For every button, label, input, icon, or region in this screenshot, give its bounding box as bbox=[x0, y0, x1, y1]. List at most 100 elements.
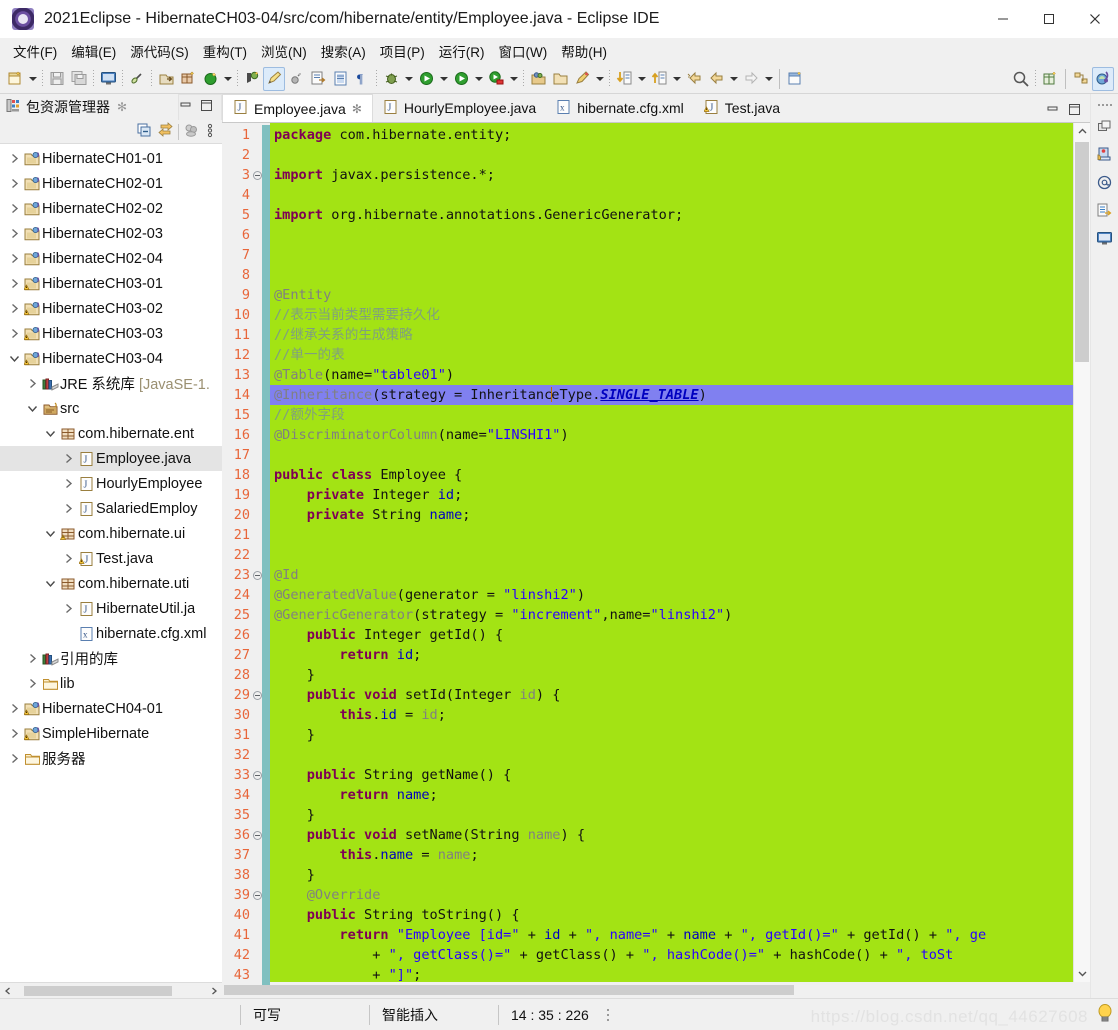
editor-tab[interactable]: J Employee.java ✻ bbox=[222, 94, 373, 122]
tree-item[interactable]: com.hibernate.ent bbox=[0, 421, 222, 446]
servers-view-icon[interactable] bbox=[1092, 140, 1118, 168]
refresh-icon[interactable] bbox=[199, 67, 221, 91]
console-view-icon[interactable] bbox=[1092, 196, 1118, 224]
paragraph-marks-icon[interactable]: ¶ bbox=[351, 67, 373, 91]
scroll-track[interactable] bbox=[1074, 140, 1090, 965]
new-wizard-icon[interactable] bbox=[4, 67, 26, 91]
code-line[interactable]: private String name; bbox=[270, 505, 1073, 525]
refresh-dropdown-icon[interactable] bbox=[221, 67, 234, 91]
open-perspective-icon[interactable] bbox=[527, 67, 549, 91]
code-line[interactable]: //额外字段 bbox=[270, 405, 1073, 425]
tree-item[interactable]: HibernateCH04-01 bbox=[0, 696, 222, 721]
forward-dropdown-icon[interactable] bbox=[762, 67, 775, 91]
folding-ruler[interactable] bbox=[252, 123, 262, 982]
tree-item[interactable]: HibernateCH02-04 bbox=[0, 246, 222, 271]
scroll-thumb[interactable] bbox=[1075, 142, 1089, 362]
twisty-collapsed-icon[interactable] bbox=[6, 153, 22, 164]
tree-item[interactable]: HibernateCH02-02 bbox=[0, 196, 222, 221]
scroll-up-button[interactable] bbox=[1074, 123, 1090, 140]
status-drag-handle[interactable] bbox=[601, 1005, 615, 1025]
code-line[interactable] bbox=[270, 265, 1073, 285]
code-editor[interactable]: package com.hibernate.entity; import jav… bbox=[270, 123, 1073, 982]
code-line[interactable]: package com.hibernate.entity; bbox=[270, 125, 1073, 145]
twisty-collapsed-icon[interactable] bbox=[24, 678, 40, 689]
code-line[interactable]: public String getName() { bbox=[270, 765, 1073, 785]
tree-item[interactable]: 引用的库 bbox=[0, 646, 222, 671]
twisty-collapsed-icon[interactable] bbox=[6, 328, 22, 339]
tree-item[interactable]: JRE 系统库 [JavaSE-1. bbox=[0, 371, 222, 396]
code-line[interactable]: import org.hibernate.annotations.Generic… bbox=[270, 205, 1073, 225]
menu-source[interactable]: 源代码(S) bbox=[123, 39, 196, 63]
twisty-collapsed-icon[interactable] bbox=[60, 478, 76, 489]
tree-item[interactable]: x hibernate.cfg.xml bbox=[0, 621, 222, 646]
new-editor-icon[interactable] bbox=[784, 67, 806, 91]
code-line[interactable]: return id; bbox=[270, 645, 1073, 665]
back-dropdown-icon[interactable] bbox=[727, 67, 740, 91]
tree-item[interactable]: J HibernateUtil.ja bbox=[0, 596, 222, 621]
tree-item[interactable]: J HourlyEmployee bbox=[0, 471, 222, 496]
close-icon[interactable]: ✻ bbox=[117, 100, 127, 114]
back-icon[interactable] bbox=[705, 67, 727, 91]
tree-item[interactable]: HibernateCH01-01 bbox=[0, 146, 222, 171]
debug-icon[interactable] bbox=[380, 67, 402, 91]
code-line[interactable]: @Id bbox=[270, 565, 1073, 585]
open-task-icon[interactable] bbox=[307, 67, 329, 91]
new-class-icon[interactable] bbox=[1039, 67, 1061, 91]
next-annotation-dropdown-icon[interactable] bbox=[635, 67, 648, 91]
save-all-icon[interactable] bbox=[68, 67, 90, 91]
open-type-icon[interactable] bbox=[329, 67, 351, 91]
code-line[interactable]: + ", getClass()=" + getClass() + ", hash… bbox=[270, 945, 1073, 965]
drag-handle[interactable] bbox=[1097, 98, 1112, 112]
minimize-button[interactable] bbox=[980, 0, 1026, 38]
code-line[interactable] bbox=[270, 185, 1073, 205]
code-line[interactable]: public class Employee { bbox=[270, 465, 1073, 485]
close-icon[interactable]: ✻ bbox=[352, 102, 362, 116]
twisty-collapsed-icon[interactable] bbox=[6, 728, 22, 739]
code-line[interactable]: @Inheritance(strategy = InheritanceType.… bbox=[270, 385, 1073, 405]
editor-horizontal-scrollbar[interactable] bbox=[222, 982, 1090, 998]
code-line[interactable]: //继承关系的生成策略 bbox=[270, 325, 1073, 345]
collapse-all-icon[interactable] bbox=[136, 122, 153, 142]
scroll-thumb[interactable] bbox=[224, 985, 794, 995]
debug-dropdown-icon[interactable] bbox=[402, 67, 415, 91]
tree-item[interactable]: HibernateCH02-03 bbox=[0, 221, 222, 246]
tree-item[interactable]: HibernateCH03-03 bbox=[0, 321, 222, 346]
editor-tab[interactable]: J Test.java bbox=[694, 94, 790, 122]
twisty-collapsed-icon[interactable] bbox=[6, 253, 22, 264]
tree-item[interactable]: com.hibernate.ui bbox=[0, 521, 222, 546]
fold-marker[interactable] bbox=[252, 825, 262, 845]
tree-item[interactable]: HibernateCH02-01 bbox=[0, 171, 222, 196]
tree-item[interactable]: HibernateCH03-01 bbox=[0, 271, 222, 296]
tree-item[interactable]: lib bbox=[0, 671, 222, 696]
project-tree[interactable]: HibernateCH01-01 HibernateCH02-01 Hibernat… bbox=[0, 144, 222, 982]
menu-edit[interactable]: 编辑(E) bbox=[64, 39, 123, 63]
tree-item[interactable]: SimpleHibernate bbox=[0, 721, 222, 746]
fold-marker[interactable] bbox=[252, 765, 262, 785]
last-edit-location-icon[interactable] bbox=[683, 67, 705, 91]
twisty-collapsed-icon[interactable] bbox=[6, 703, 22, 714]
run-configurations-icon[interactable] bbox=[485, 67, 507, 91]
code-line[interactable]: public void setName(String name) { bbox=[270, 825, 1073, 845]
menu-refactor[interactable]: 重构(T) bbox=[196, 39, 254, 63]
restore-icon[interactable] bbox=[1092, 112, 1118, 140]
print-screen-icon[interactable] bbox=[97, 67, 119, 91]
code-line[interactable] bbox=[270, 525, 1073, 545]
tree-item[interactable]: 服务器 bbox=[0, 746, 222, 771]
link-break-icon[interactable] bbox=[126, 67, 148, 91]
twisty-collapsed-icon[interactable] bbox=[6, 228, 22, 239]
fold-marker[interactable] bbox=[252, 565, 262, 585]
code-line[interactable]: public void setId(Integer id) { bbox=[270, 685, 1073, 705]
scroll-down-button[interactable] bbox=[1074, 965, 1090, 982]
run-configurations-dropdown-icon[interactable] bbox=[507, 67, 520, 91]
code-line[interactable]: @DiscriminatorColumn(name="LINSHI1") bbox=[270, 425, 1073, 445]
menu-help[interactable]: 帮助(H) bbox=[554, 39, 614, 63]
scroll-thumb[interactable] bbox=[24, 985, 172, 996]
fold-marker[interactable] bbox=[252, 685, 262, 705]
menu-file[interactable]: 文件(F) bbox=[6, 39, 64, 63]
menu-window[interactable]: 窗口(W) bbox=[492, 39, 555, 63]
twisty-expanded-icon[interactable] bbox=[42, 428, 58, 439]
twisty-collapsed-icon[interactable] bbox=[6, 278, 22, 289]
menu-search[interactable]: 搜索(A) bbox=[314, 39, 373, 63]
coverage-icon[interactable] bbox=[415, 67, 437, 91]
code-line[interactable]: @GenericGenerator(strategy = "increment"… bbox=[270, 605, 1073, 625]
